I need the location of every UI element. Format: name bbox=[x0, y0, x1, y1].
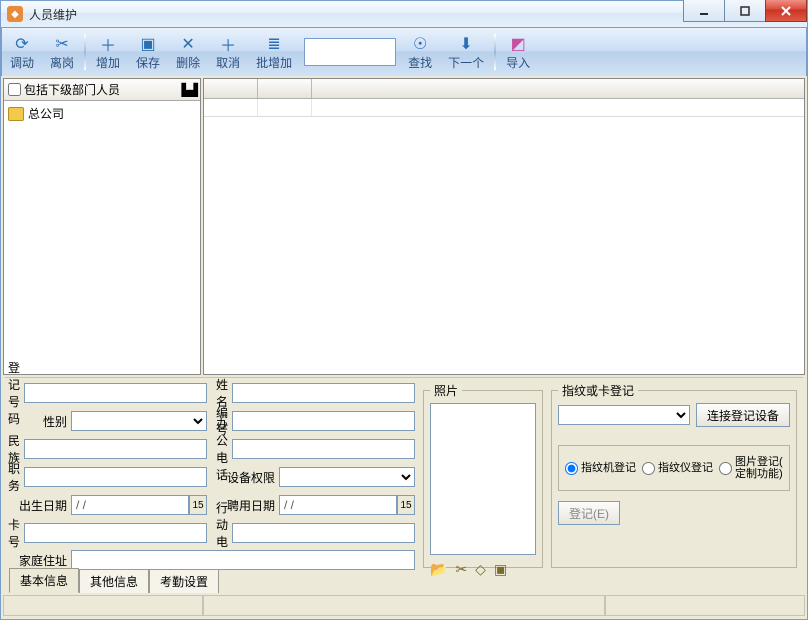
minimize-button[interactable] bbox=[683, 0, 725, 22]
org-icon[interactable]: ▙▟ bbox=[182, 83, 196, 97]
camera-icon[interactable]: ✂ bbox=[455, 561, 467, 578]
label-device-priv: 设备权限 bbox=[219, 469, 275, 486]
status-section bbox=[3, 596, 203, 616]
photo-fieldset: 照片 📂 ✂ ◇ ▣ bbox=[423, 382, 543, 568]
label-position: 职务 bbox=[8, 460, 20, 494]
grid-row[interactable] bbox=[204, 99, 804, 117]
input-name[interactable] bbox=[232, 383, 415, 403]
input-ethnic[interactable] bbox=[24, 439, 207, 459]
select-gender[interactable] bbox=[71, 411, 207, 431]
toolbar-cancel[interactable]: ＋取消 bbox=[208, 28, 248, 76]
include-sub-checkbox[interactable] bbox=[8, 83, 21, 96]
input-card-no[interactable] bbox=[24, 523, 207, 543]
folder-icon bbox=[8, 107, 24, 121]
employee-grid[interactable] bbox=[203, 78, 805, 375]
grid-col[interactable] bbox=[258, 79, 312, 98]
delete-icon: ✕ bbox=[181, 34, 194, 54]
tab-other-info[interactable]: 其他信息 bbox=[79, 569, 149, 593]
tree-header: 包括下级部门人员 ▙▟ bbox=[4, 79, 200, 101]
form-panel: 登记号码 性别 民族 职务 出生日期 / /15 卡号 姓名 编号 bbox=[5, 377, 803, 593]
include-sub-checkbox-label[interactable]: 包括下级部门人员 bbox=[8, 81, 120, 98]
status-section bbox=[203, 596, 605, 616]
erase-photo-icon[interactable]: ◇ bbox=[475, 561, 486, 578]
fp-legend: 指纹或卡登记 bbox=[558, 382, 638, 399]
input-home-addr[interactable] bbox=[71, 550, 415, 570]
toolbar-separator bbox=[494, 34, 496, 70]
toolbar-delete[interactable]: ✕删除 bbox=[168, 28, 208, 76]
refresh-icon: ⟳ bbox=[15, 34, 28, 54]
save-icon: ▣ bbox=[140, 34, 155, 54]
maximize-button[interactable] bbox=[724, 0, 766, 22]
toolbar: ⟳调动 ✂离岗 ＋增加 ▣保存 ✕删除 ＋取消 ≣批增加 ☉查找 ⬇下一个 ◩导… bbox=[1, 28, 807, 76]
window-controls bbox=[684, 0, 807, 22]
app-icon: ◆ bbox=[7, 6, 23, 22]
toolbar-search-input[interactable] bbox=[304, 38, 396, 66]
tree[interactable]: 总公司 bbox=[4, 101, 200, 374]
connect-device-button[interactable]: 连接登记设备 bbox=[696, 403, 790, 427]
fingerprint-fieldset: 指纹或卡登记 连接登记设备 指纹机登记 指纹仪登记 图片登记(定制功能) 登记(… bbox=[551, 382, 797, 568]
input-office-phone[interactable] bbox=[232, 439, 415, 459]
input-position[interactable] bbox=[24, 467, 207, 487]
tree-root-item[interactable]: 总公司 bbox=[8, 105, 196, 122]
hire-date-picker-button[interactable]: 15 bbox=[397, 495, 415, 515]
status-section bbox=[605, 596, 805, 616]
toolbar-separator bbox=[84, 34, 86, 70]
photo-legend: 照片 bbox=[430, 382, 462, 399]
titlebar: ◆ 人员维护 bbox=[0, 0, 808, 28]
tab-basic-info[interactable]: 基本信息 bbox=[9, 568, 79, 593]
form-tabs: 基本信息 其他信息 考勤设置 bbox=[5, 568, 803, 592]
client-area: ⟳调动 ✂离岗 ＋增加 ▣保存 ✕删除 ＋取消 ≣批增加 ☉查找 ⬇下一个 ◩导… bbox=[0, 28, 808, 620]
open-photo-icon[interactable]: 📂 bbox=[430, 561, 447, 578]
input-hire-date[interactable]: / / bbox=[279, 495, 397, 515]
input-emp-no[interactable] bbox=[232, 411, 415, 431]
select-device-priv[interactable] bbox=[279, 467, 415, 487]
grid-col[interactable] bbox=[204, 79, 258, 98]
radio-fp-machine[interactable]: 指纹机登记 bbox=[565, 456, 636, 480]
fp-mode-radios: 指纹机登记 指纹仪登记 图片登记(定制功能) bbox=[558, 445, 790, 491]
batch-icon: ≣ bbox=[267, 34, 280, 54]
grid-body bbox=[204, 99, 804, 117]
toolbar-batch-add[interactable]: ≣批增加 bbox=[248, 28, 300, 76]
import-icon: ◩ bbox=[511, 34, 526, 54]
status-bar bbox=[3, 595, 805, 617]
toolbar-find[interactable]: ☉查找 bbox=[400, 28, 440, 76]
photo-preview bbox=[430, 403, 536, 555]
department-tree-pane: 包括下级部门人员 ▙▟ 总公司 bbox=[3, 78, 201, 375]
plus-icon: ＋ bbox=[100, 34, 116, 54]
close-button[interactable] bbox=[765, 0, 807, 22]
input-mobile[interactable] bbox=[232, 523, 415, 543]
toolbar-next[interactable]: ⬇下一个 bbox=[440, 28, 492, 76]
grid-header bbox=[204, 79, 804, 99]
register-button[interactable]: 登记(E) bbox=[558, 501, 620, 525]
toolbar-transfer[interactable]: ⟳调动 bbox=[2, 28, 42, 76]
fp-device-select[interactable] bbox=[558, 405, 690, 425]
workarea: 包括下级部门人员 ▙▟ 总公司 bbox=[3, 78, 805, 617]
radio-photo-reg[interactable]: 图片登记(定制功能) bbox=[719, 456, 783, 480]
label-card: 卡号 bbox=[8, 516, 20, 550]
label-birth: 出生日期 bbox=[11, 497, 67, 514]
input-reg-no[interactable] bbox=[24, 383, 207, 403]
next-icon: ⬇ bbox=[459, 34, 472, 54]
input-birth-date[interactable]: / / bbox=[71, 495, 189, 515]
upper-split: 包括下级部门人员 ▙▟ 总公司 bbox=[3, 78, 805, 375]
birth-date-picker-button[interactable]: 15 bbox=[189, 495, 207, 515]
radio-fp-sensor[interactable]: 指纹仪登记 bbox=[642, 456, 713, 480]
capture-icon[interactable]: ▣ bbox=[494, 561, 507, 578]
toolbar-import[interactable]: ◩导入 bbox=[498, 28, 538, 76]
label-home-addr: 家庭住址 bbox=[11, 552, 67, 569]
tab-attendance[interactable]: 考勤设置 bbox=[149, 569, 219, 593]
search-icon: ☉ bbox=[413, 34, 427, 54]
toolbar-leave[interactable]: ✂离岗 bbox=[42, 28, 82, 76]
cancel-icon: ＋ bbox=[220, 34, 236, 54]
label-gender: 性别 bbox=[11, 413, 67, 430]
toolbar-save[interactable]: ▣保存 bbox=[128, 28, 168, 76]
toolbar-add[interactable]: ＋增加 bbox=[88, 28, 128, 76]
leave-icon: ✂ bbox=[55, 34, 68, 54]
window-title: 人员维护 bbox=[29, 6, 77, 23]
